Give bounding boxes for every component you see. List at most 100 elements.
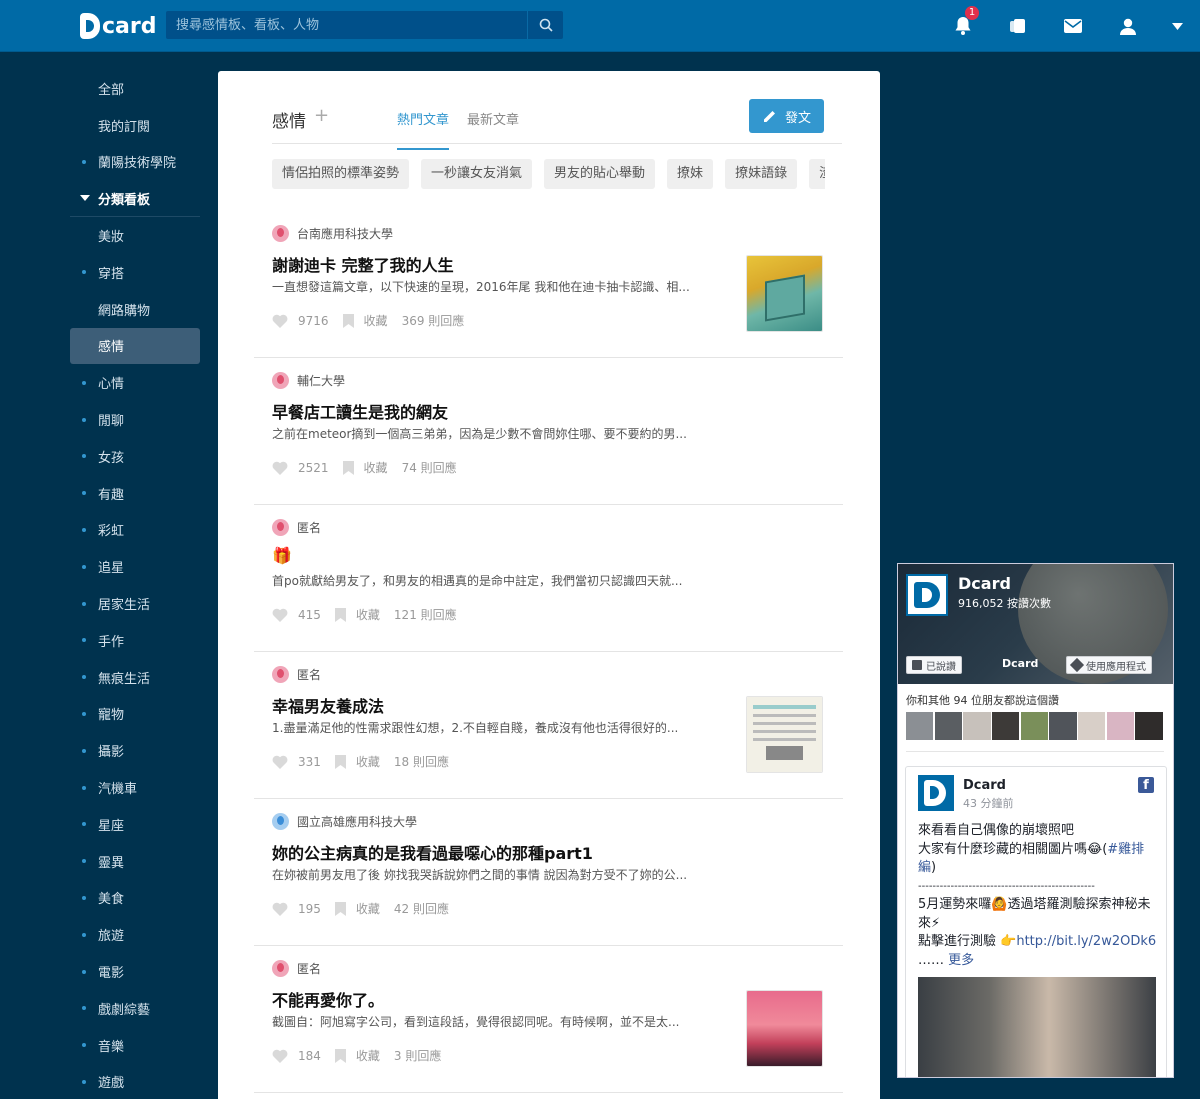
sidebar-item[interactable]: 有趣 bbox=[70, 475, 200, 512]
friend-avatar[interactable] bbox=[1106, 712, 1134, 740]
post-item[interactable]: 匿名 🎁 首po就獻給男友了，和男友的相遇真的是命中註定，我們當初只認識四天就...… bbox=[254, 505, 843, 652]
post-title[interactable]: 謝謝迪卡 完整了我的人生 bbox=[272, 252, 454, 276]
sidebar-item[interactable]: 美食 bbox=[70, 880, 200, 917]
post-item[interactable]: 國立高雄應用科技大學 妳的公主病真的是我看過最噁心的那種part1 在妳被前男友甩了… bbox=[254, 799, 843, 946]
sidebar-item[interactable]: 攝影 bbox=[70, 732, 200, 769]
sidebar-item[interactable]: 我的訂閱 bbox=[70, 107, 200, 144]
save-button[interactable]: 收藏 bbox=[342, 459, 388, 476]
fb-page-logo[interactable] bbox=[906, 574, 948, 616]
sidebar-item[interactable]: 電影 bbox=[70, 953, 200, 990]
sidebar-item[interactable]: 居家生活 bbox=[70, 585, 200, 622]
fb-see-more-link[interactable]: 更多 bbox=[948, 953, 974, 968]
post-item[interactable]: 輔仁大學 早餐店工讀生是我的網友 之前在meteor摘到一個高三弟弟，因為是少數不會… bbox=[254, 358, 843, 505]
post-thumbnail[interactable] bbox=[746, 255, 823, 332]
sidebar-item[interactable]: 追星 bbox=[70, 548, 200, 585]
sidebar-item[interactable]: 旅遊 bbox=[70, 916, 200, 953]
post-item[interactable]: 匿名 不能再愛你了。 截圖自：阿旭寫字公司，看到這段話，覺得很認同呢。有時候啊，並不… bbox=[254, 946, 843, 1093]
post-forum[interactable]: 國立高雄應用科技大學 bbox=[272, 813, 417, 830]
new-post-button[interactable]: 發文 bbox=[749, 99, 824, 133]
sidebar-item[interactable]: 感情 bbox=[70, 327, 200, 365]
sidebar-item[interactable]: 音樂 bbox=[70, 1027, 200, 1064]
sidebar-item[interactable]: 靈異 bbox=[70, 843, 200, 880]
like-count[interactable]: 9716 bbox=[272, 314, 329, 328]
sidebar-item[interactable]: 彩虹 bbox=[70, 512, 200, 549]
save-button[interactable]: 收藏 bbox=[334, 900, 380, 917]
sidebar-item[interactable]: 汽機車 bbox=[70, 769, 200, 806]
cards-button[interactable] bbox=[990, 0, 1045, 52]
friend-avatar[interactable] bbox=[963, 712, 991, 740]
friend-avatar[interactable] bbox=[1135, 712, 1163, 740]
like-count[interactable]: 2521 bbox=[272, 461, 329, 475]
facebook-icon[interactable]: f bbox=[1138, 777, 1154, 793]
friend-avatar[interactable] bbox=[1049, 712, 1077, 740]
like-count[interactable]: 415 bbox=[272, 608, 321, 622]
topic-tag[interactable]: 撩妹 bbox=[667, 159, 714, 189]
sidebar-item[interactable]: 網路購物 bbox=[70, 291, 200, 328]
like-count[interactable]: 195 bbox=[272, 902, 321, 916]
friend-avatar[interactable] bbox=[1078, 712, 1106, 740]
sidebar-item[interactable]: 心情 bbox=[70, 364, 200, 401]
save-button[interactable]: 收藏 bbox=[334, 753, 380, 770]
post-forum[interactable]: 匿名 bbox=[272, 960, 321, 977]
fb-post-url[interactable]: http://bit.ly/2w2ODk6 bbox=[1016, 934, 1156, 949]
topic-tag[interactable]: 渣 bbox=[809, 159, 825, 189]
fb-friend-avatars bbox=[906, 712, 1164, 740]
fb-post-author[interactable]: Dcard bbox=[963, 778, 1006, 793]
notification-button[interactable]: 1 bbox=[935, 0, 990, 52]
friend-avatar[interactable] bbox=[1020, 712, 1048, 740]
sidebar-item[interactable]: 蘭陽技術學院 bbox=[70, 144, 200, 181]
sidebar-item[interactable]: 穿搭 bbox=[70, 254, 200, 291]
post-title[interactable]: 🎁 bbox=[272, 546, 292, 565]
tab-popular[interactable]: 熱門文章 bbox=[397, 109, 450, 150]
profile-button[interactable] bbox=[1100, 0, 1155, 52]
fb-liked-button[interactable]: 已說讚 bbox=[906, 656, 962, 674]
post-title[interactable]: 早餐店工讀生是我的網友 bbox=[272, 399, 448, 423]
like-count[interactable]: 184 bbox=[272, 1049, 321, 1063]
post-title[interactable]: 幸福男友養成法 bbox=[272, 693, 384, 717]
sidebar-item[interactable]: 戲劇綜藝 bbox=[70, 990, 200, 1027]
sidebar-item[interactable]: 全部 bbox=[70, 70, 200, 107]
friend-avatar[interactable] bbox=[906, 712, 934, 740]
save-button[interactable]: 收藏 bbox=[334, 1047, 380, 1064]
friend-avatar[interactable] bbox=[992, 712, 1020, 740]
fb-page-name[interactable]: Dcard bbox=[958, 574, 1011, 593]
post-item[interactable]: 匿名 幸福男友養成法 1.盡量滿足他的性需求跟性幻想，2.不自輕自賤，養成沒有他也活… bbox=[254, 652, 843, 799]
fb-post-avatar[interactable] bbox=[918, 775, 954, 811]
sidebar-item[interactable]: 美妝 bbox=[70, 217, 200, 254]
friend-avatar[interactable] bbox=[934, 712, 962, 740]
sidebar-item[interactable]: 遊戲 bbox=[70, 1064, 200, 1099]
fb-use-app-button[interactable]: 使用應用程式 bbox=[1066, 656, 1152, 674]
topic-tag[interactable]: 一秒讓女友消氣 bbox=[421, 159, 533, 189]
topic-tag[interactable]: 情侶拍照的標準姿勢 bbox=[272, 159, 410, 189]
post-forum[interactable]: 輔仁大學 bbox=[272, 372, 345, 389]
like-count[interactable]: 331 bbox=[272, 755, 321, 769]
sidebar-item[interactable]: 女孩 bbox=[70, 438, 200, 475]
fb-post-time[interactable]: 43 分鐘前 bbox=[963, 795, 1014, 811]
topic-tag[interactable]: 男友的貼心舉動 bbox=[544, 159, 656, 189]
post-forum[interactable]: 匿名 bbox=[272, 666, 321, 683]
sidebar-item[interactable]: 無痕生活 bbox=[70, 659, 200, 696]
topic-tag[interactable]: 撩妹語錄 bbox=[725, 159, 798, 189]
tab-latest[interactable]: 最新文章 bbox=[467, 109, 519, 128]
save-button[interactable]: 收藏 bbox=[342, 312, 388, 329]
post-forum[interactable]: 匿名 bbox=[272, 519, 321, 536]
sidebar-item[interactable]: 閒聊 bbox=[70, 401, 200, 438]
sidebar-item[interactable]: 手作 bbox=[70, 622, 200, 659]
sidebar-item[interactable]: 星座 bbox=[70, 806, 200, 843]
menu-dropdown-button[interactable] bbox=[1155, 0, 1200, 52]
messages-button[interactable] bbox=[1045, 0, 1100, 52]
fb-post-photo[interactable] bbox=[918, 977, 1156, 1077]
post-title[interactable]: 妳的公主病真的是我看過最噁心的那種part1 bbox=[272, 840, 593, 864]
dcard-logo[interactable]: card bbox=[80, 11, 156, 41]
post-title[interactable]: 不能再愛你了。 bbox=[272, 987, 384, 1011]
post-item[interactable]: 台南應用科技大學 謝謝迪卡 完整了我的人生 一直想發這篇文章，以下快速的呈現，201… bbox=[254, 211, 843, 358]
follow-board-button[interactable]: + bbox=[314, 105, 329, 126]
sidebar-item[interactable]: 寵物 bbox=[70, 696, 200, 733]
sidebar-section-boards[interactable]: 分類看板 bbox=[70, 180, 200, 218]
post-thumbnail[interactable] bbox=[746, 990, 823, 1067]
save-button[interactable]: 收藏 bbox=[334, 606, 380, 623]
post-thumbnail[interactable] bbox=[746, 696, 823, 773]
search-button[interactable] bbox=[527, 11, 563, 39]
search-input[interactable] bbox=[166, 11, 527, 39]
post-forum[interactable]: 台南應用科技大學 bbox=[272, 225, 393, 242]
